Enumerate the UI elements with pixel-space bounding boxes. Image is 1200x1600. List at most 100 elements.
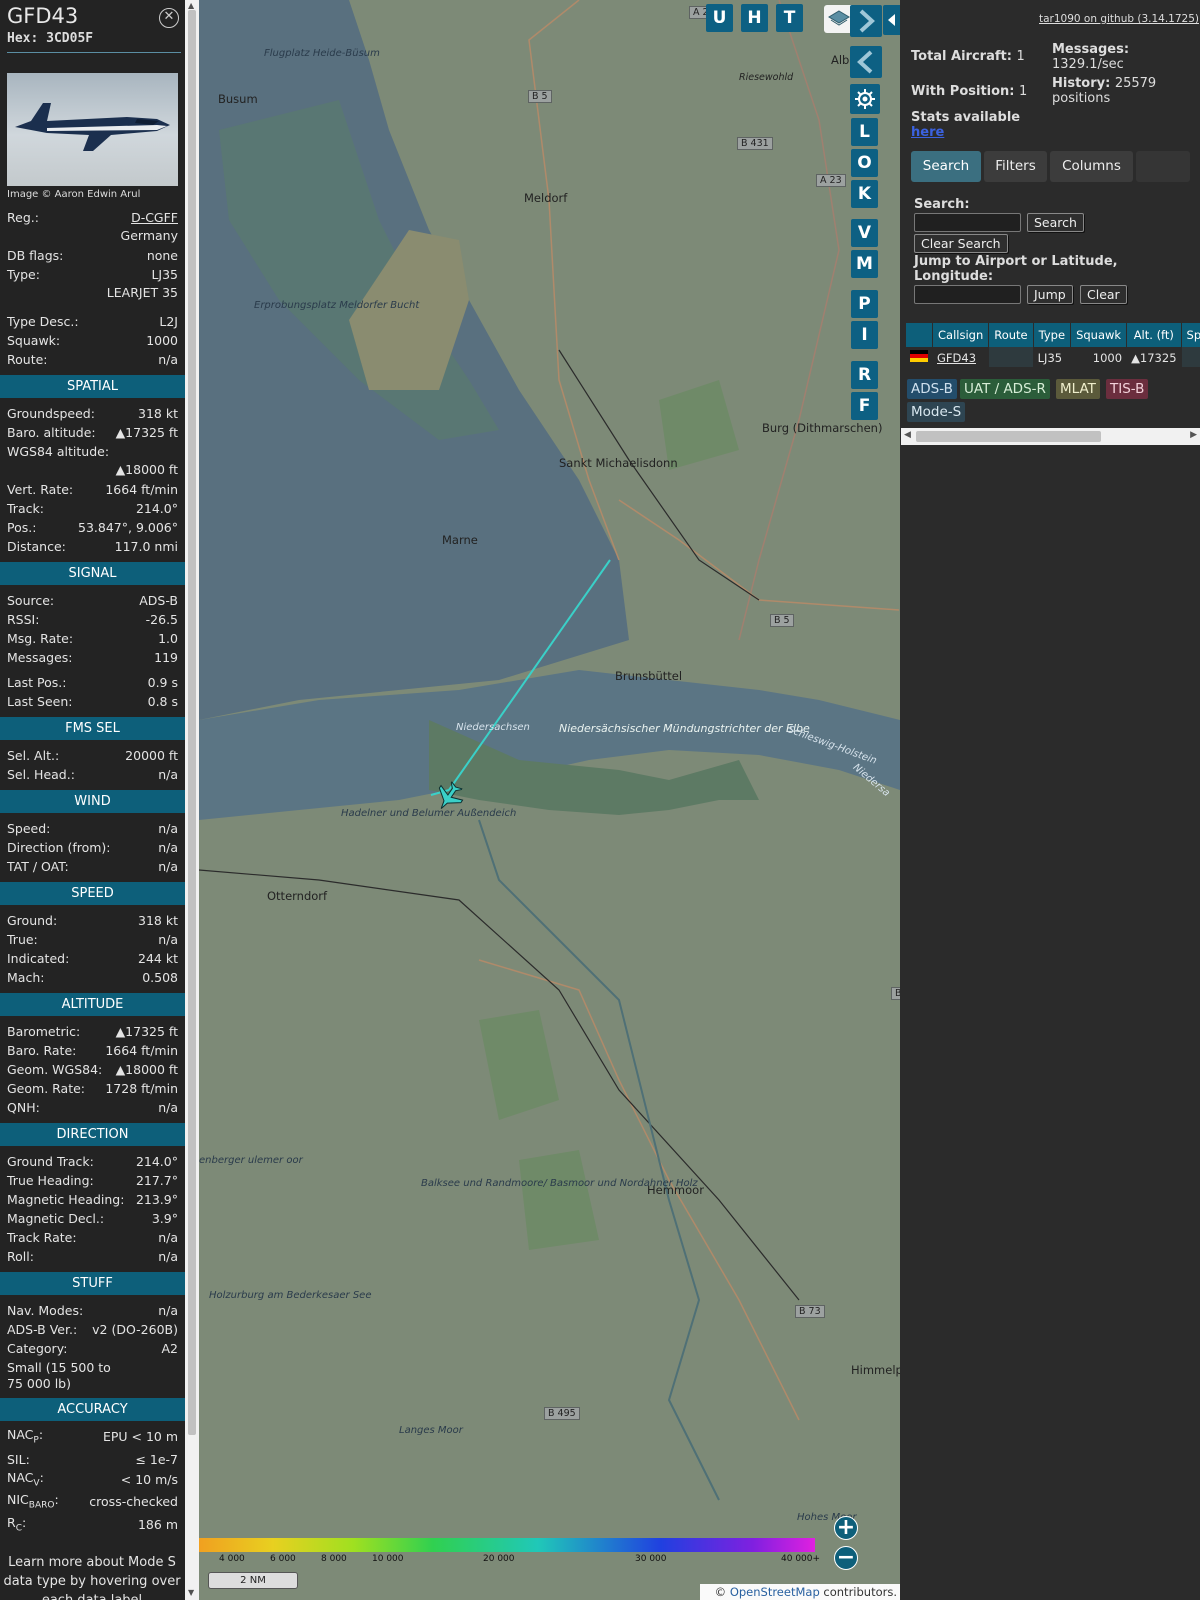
type-name: LEARJET 35 [106,285,178,300]
toggle-i-button[interactable]: I [851,321,878,349]
section-fms: FMS SEL [0,717,185,740]
mag-decl-label: Magnetic Decl.: [7,1210,105,1226]
sel-head-label: Sel. Head.: [7,766,75,782]
col-speed[interactable]: Spd [1181,323,1200,347]
scroll-right-icon[interactable]: ▶ [1190,430,1197,440]
cell-callsign[interactable]: GFD43 [932,347,990,367]
settings-button[interactable] [850,84,880,114]
road-tag-b5-south: B 5 [770,614,794,627]
source-value: ADS-B [139,592,178,608]
prev-aircraft-button[interactable] [850,46,882,78]
dbflags-label: DB flags: [7,247,64,263]
last-seen-label: Last Seen: [7,693,73,709]
toggle-r-button[interactable]: R [851,361,878,389]
track-rate-value: n/a [158,1229,178,1245]
route-value: n/a [158,351,178,367]
toggle-m-button[interactable]: M [851,250,878,278]
map-label-burg: Burg (Dithmarschen) [762,421,883,435]
rssi-label: RSSI: [7,611,40,627]
search-input[interactable] [914,213,1021,232]
toggle-p-button[interactable]: P [851,290,878,318]
expand-panel-button[interactable] [883,5,900,35]
toggle-o-button[interactable]: O [851,149,878,177]
callsign-link[interactable]: GFD43 [937,351,976,365]
squawk-label: Squawk: [7,332,61,348]
baro-altitude-row: Baro. altitude: ▲17325 ft [7,423,178,441]
toggle-t-button[interactable]: T [776,4,803,32]
section-stuff: STUFF [0,1272,185,1295]
col-flag[interactable] [906,323,933,347]
reg-link[interactable]: D-CGFF [131,210,178,225]
tab-filters[interactable]: Filters [984,151,1047,182]
sidebar-scroll-thumb[interactable] [188,10,196,1435]
aircraft-photo[interactable] [7,73,178,186]
sidebar-scrollbar[interactable]: ▲ ▼ [185,0,199,1600]
toggle-k-button[interactable]: K [851,180,878,208]
road-tag-b73: B 73 [795,1305,825,1318]
mach-row: Mach: 0.508 [7,968,178,986]
cell-speed [1181,347,1200,367]
nacp-row: NACP: EPU < 10 m [7,1426,178,1446]
badge-modes: Mode-S [907,402,966,422]
close-icon[interactable]: ✕ [159,8,179,28]
last-pos-row: Last Pos.: 0.9 s [7,673,178,691]
position-label: Pos.: [7,519,37,535]
tab-extra[interactable] [1136,151,1190,182]
nacp-label: NACP: [7,1426,44,1446]
true-speed-value: n/a [158,931,178,947]
table-row[interactable]: GFD43 LJ35 1000 ▲17325 [906,347,1200,367]
total-aircraft: Total Aircraft: 1 [911,49,1025,64]
toggle-v-button[interactable]: V [851,219,878,247]
clear-jump-button[interactable]: Clear [1080,285,1127,304]
col-squawk[interactable]: Squawk [1070,323,1128,347]
nacv-value: < 10 m/s [120,1471,178,1487]
zoom-in-button[interactable]: + [834,1516,858,1540]
scroll-down-icon[interactable]: ▼ [188,1588,194,1597]
clear-search-button[interactable]: Clear Search [914,234,1008,253]
col-route[interactable]: Route [988,323,1034,347]
scroll-up-icon[interactable]: ▲ [188,1,194,10]
messages-value: 119 [154,649,178,665]
scroll-left-icon[interactable]: ◀ [904,430,911,440]
toggle-u-button[interactable]: U [706,4,733,32]
with-position: With Position: 1 [911,84,1027,99]
rssi-value: -26.5 [145,611,178,627]
flag-icon [906,347,933,367]
tab-columns[interactable]: Columns [1050,151,1133,182]
col-callsign[interactable]: Callsign [932,323,990,347]
sel-alt-row: Sel. Alt.: 20000 ft [7,746,178,764]
col-altitude[interactable]: Alt. (ft) [1126,323,1182,347]
col-type[interactable]: Type [1033,323,1072,347]
table-header-row: Callsign Route Type Squawk Alt. (ft) Spd [906,323,1200,347]
image-credit: Image © Aaron Edwin Arul [7,189,141,200]
toggle-l-button[interactable]: L [851,118,878,146]
github-link[interactable]: tar1090 on github (3.14.1725) [1039,13,1199,25]
toggle-h-button[interactable]: H [741,4,768,32]
sil-row: SIL: ≤ 1e-7 [7,1450,178,1468]
next-aircraft-button[interactable] [850,5,882,37]
jump-label: Jump to Airport or Latitude, Longitude: [914,254,1118,284]
zoom-out-button[interactable]: − [834,1546,858,1570]
jump-input[interactable] [914,285,1021,304]
jump-button[interactable]: Jump [1027,285,1073,304]
true-speed-row: True: n/a [7,930,178,948]
table-scroll-thumb[interactable] [916,431,1101,442]
search-button[interactable]: Search [1027,213,1084,232]
tab-search[interactable]: Search [911,151,981,182]
sel-alt-value: 20000 ft [125,747,178,763]
last-seen-row: Last Seen: 0.8 s [7,692,178,710]
stats-here-link[interactable]: here [911,125,944,140]
map-canvas[interactable]: Busum Meldorf Marne Sankt Michaelisdonn … [199,0,900,1600]
ground-speed-label: Ground: [7,912,58,928]
distance-value: 117.0 nmi [114,538,178,554]
reg-label: Reg.: [7,209,39,225]
toggle-f-button[interactable]: F [851,392,878,420]
type-label: Type: [7,266,40,282]
groundspeed-row: Groundspeed: 318 kt [7,404,178,422]
wind-dir-value: n/a [158,839,178,855]
osm-link[interactable]: OpenStreetMap [730,1585,820,1599]
ground-speed-value: 318 kt [138,912,178,928]
baro-rate-row: Baro. Rate: 1664 ft/min [7,1041,178,1059]
table-horizontal-scrollbar[interactable]: ◀ ▶ [901,428,1200,445]
wind-dir-row: Direction (from): n/a [7,838,178,856]
